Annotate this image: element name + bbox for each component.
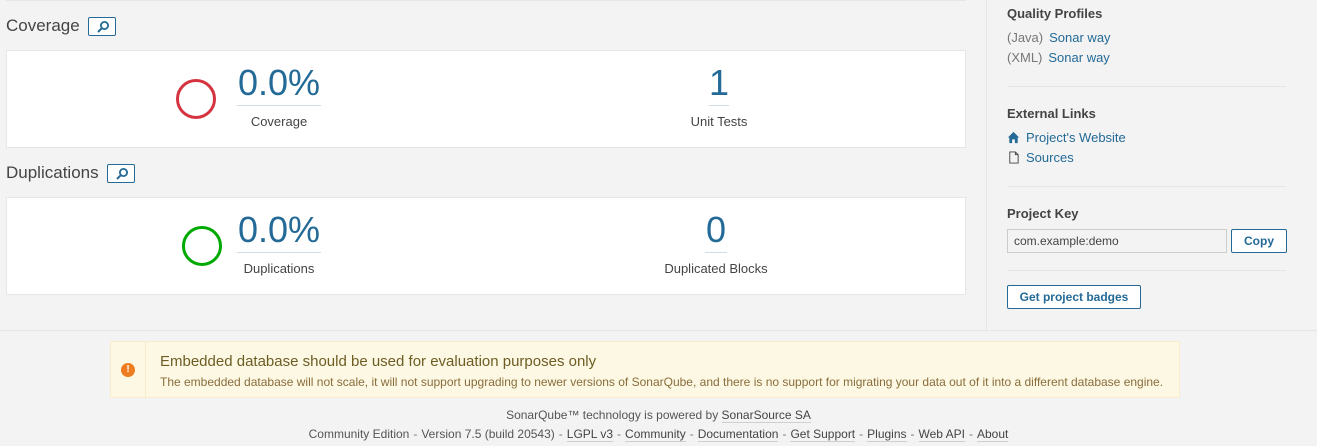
divider [0,330,1317,331]
alert-body: The embedded database will not scale, it… [160,375,1164,389]
coverage-value[interactable]: 0.0% [224,63,334,103]
edition-text: Community Edition [308,427,410,441]
duplications-metric[interactable]: 0.0% Duplications [224,210,334,276]
profile-language: (XML) [1007,50,1043,65]
copy-button[interactable]: Copy [1231,229,1287,253]
footer-link-web-api[interactable]: Web API [918,427,965,442]
duplicated-blocks-label: Duplicated Blocks [664,261,768,276]
alert-divider [145,342,146,397]
footer-link-documentation[interactable]: Documentation [697,427,779,442]
project-sidebar: Quality Profiles (Java) Sonar way (XML) … [986,0,1317,330]
duplications-drilldown-button[interactable] [106,163,135,183]
footer-link-support[interactable]: Get Support [790,427,856,442]
unit-tests-label: Unit Tests [690,114,748,129]
search-icon [115,167,128,180]
external-link-sources[interactable]: Sources [1007,150,1074,165]
coverage-section-title: Coverage [6,16,116,36]
embedded-db-warning: ! Embedded database should be used for e… [110,341,1180,398]
profile-link[interactable]: Sonar way [1048,50,1109,65]
value-underline [237,252,321,253]
coverage-label: Coverage [250,114,308,129]
coverage-drilldown-button[interactable] [87,16,116,36]
home-icon [1007,131,1020,144]
coverage-rating-ring [176,79,216,119]
quality-profile-item: (Java) Sonar way [1007,30,1111,45]
coverage-card: 0.0% Coverage 1 Unit Tests [6,50,966,148]
value-underline [237,105,321,106]
divider [1007,86,1286,87]
quality-profiles-heading: Quality Profiles [1007,6,1103,21]
duplications-value[interactable]: 0.0% [224,210,334,250]
footer-links: Community Edition - Version 7.5 (build 205… [308,427,1009,442]
value-underline [709,105,729,106]
get-project-badges-button[interactable]: Get project badges [1007,285,1141,309]
value-underline [705,252,727,253]
duplications-label: Duplications [243,261,315,276]
search-icon [97,20,109,33]
quality-profile-item: (XML) Sonar way [1007,50,1110,65]
overview-main: Coverage 0.0% Coverage 1 Unit Tests Dupl… [0,0,986,330]
footer-link-about[interactable]: About [977,427,1009,442]
profile-language: (Java) [1007,30,1044,45]
warning-icon: ! [121,363,135,377]
coverage-title: Coverage [6,16,80,35]
divider [1007,186,1286,187]
footer-link-plugins[interactable]: Plugins [867,427,907,442]
project-key-field[interactable]: com.example:demo [1007,229,1227,253]
duplicated-blocks-value[interactable]: 0 [646,210,786,250]
footer-link-license[interactable]: LGPL v3 [566,427,614,442]
footer-link-community[interactable]: Community [625,427,686,442]
footer-powered-by: SonarQube™ technology is powered by Sona… [0,408,1317,423]
duplications-title: Duplications [6,163,99,182]
duplicated-blocks-metric[interactable]: 0 Duplicated Blocks [646,210,786,277]
powered-by-text: SonarQube™ technology is powered by [506,408,719,422]
duplications-section-title: Duplications [6,163,135,183]
version-text: Version 7.5 (build 20543) [421,427,555,441]
external-link-website[interactable]: Project's Website [1007,130,1126,145]
divider [6,0,966,1]
external-links-heading: External Links [1007,106,1096,121]
unit-tests-metric[interactable]: 1 Unit Tests [659,63,779,130]
file-icon [1009,151,1019,164]
external-link-label[interactable]: Sources [1026,150,1074,165]
profile-link[interactable]: Sonar way [1049,30,1110,45]
sonarsource-link[interactable]: SonarSource SA [721,408,811,423]
alert-title: Embedded database should be used for eva… [160,353,597,370]
divider [1007,270,1286,271]
unit-tests-value[interactable]: 1 [659,63,779,103]
coverage-metric[interactable]: 0.0% Coverage [224,63,334,129]
duplications-card: 0.0% Duplications 0 Duplicated Blocks [6,197,966,295]
external-link-label[interactable]: Project's Website [1026,130,1126,145]
duplications-rating-ring [182,226,222,266]
project-key-heading: Project Key [1007,206,1079,221]
